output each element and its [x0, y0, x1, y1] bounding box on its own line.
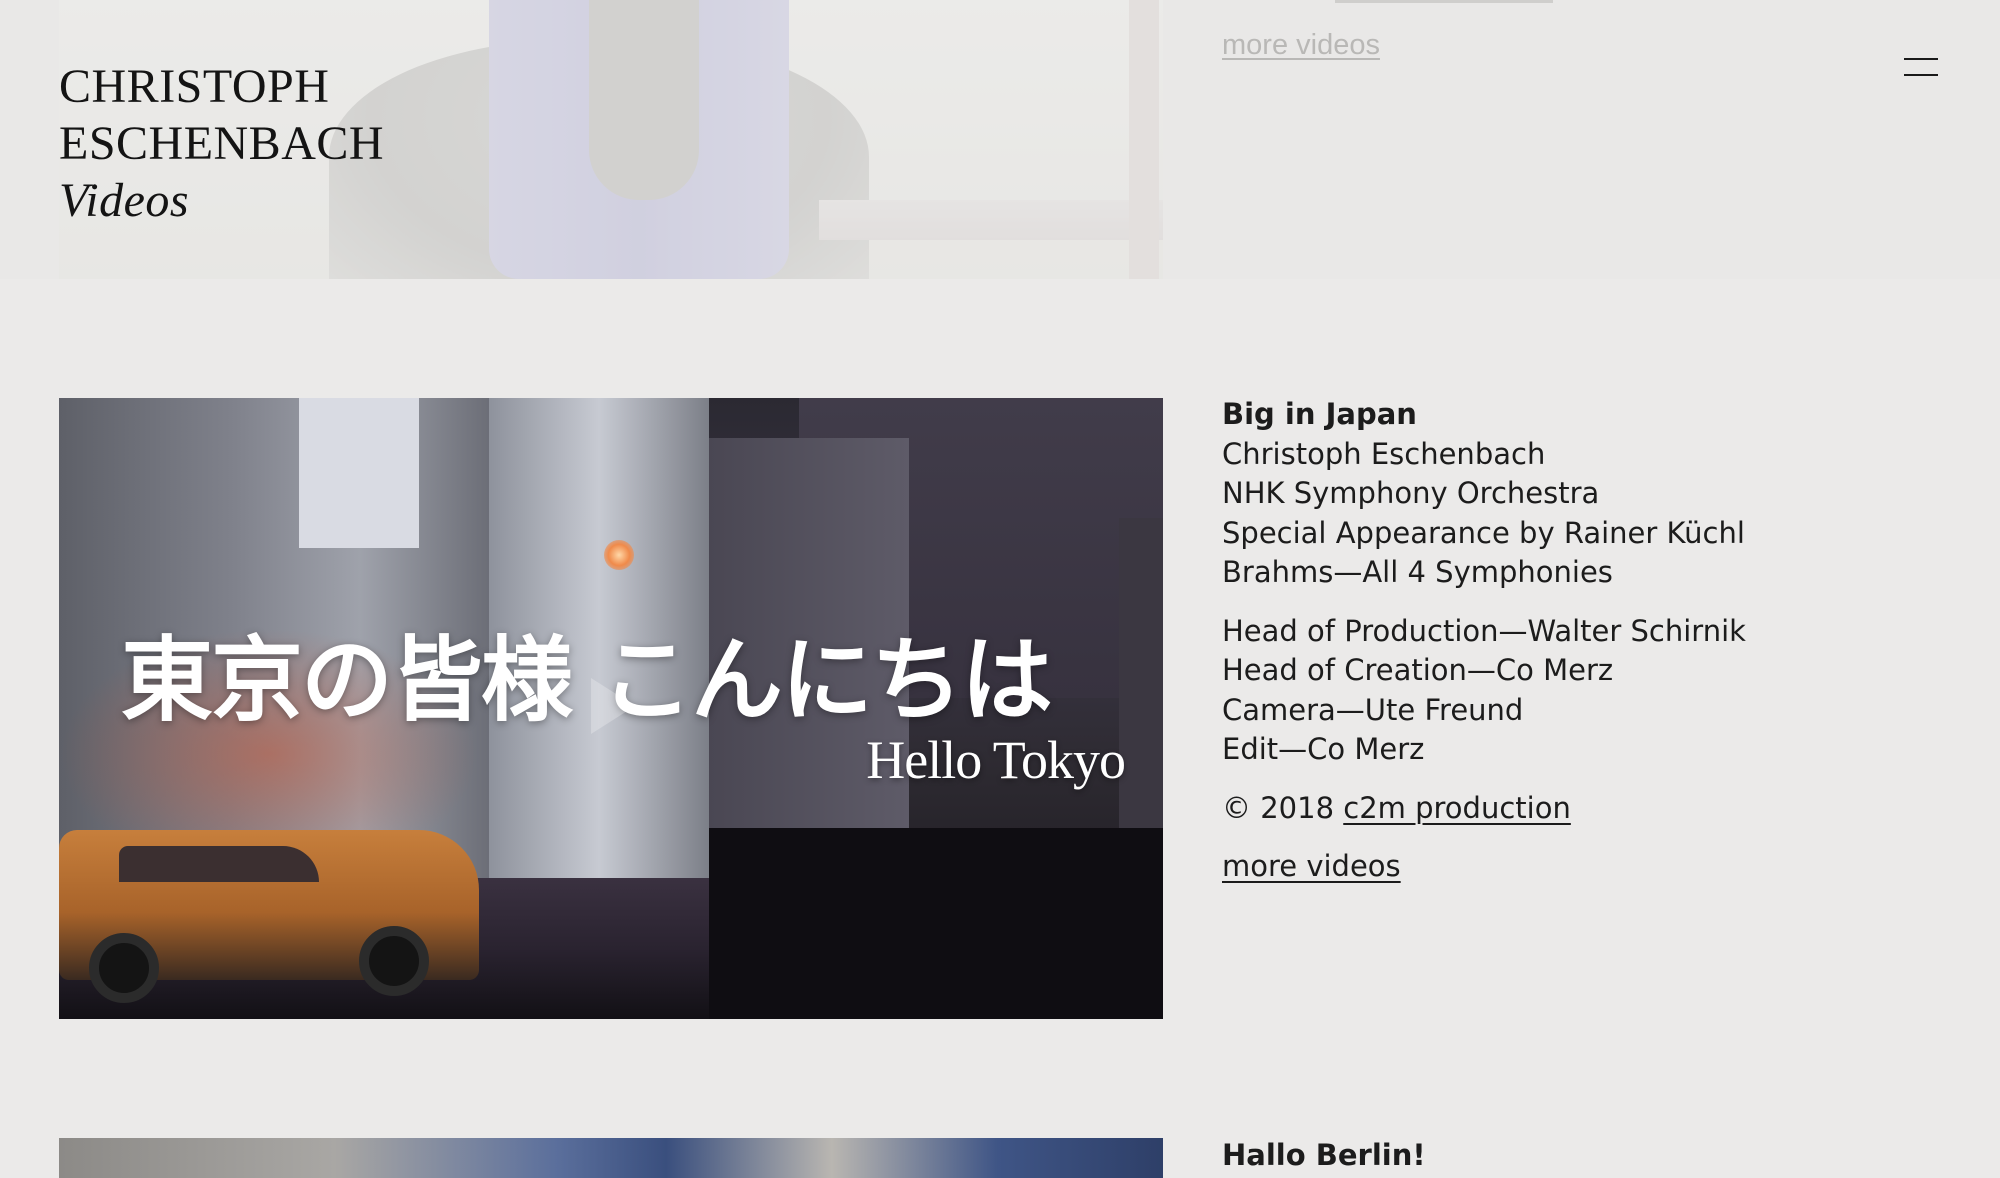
site-branding[interactable]: CHRISTOPH ESCHENBACH Videos [59, 58, 384, 229]
detail-line: Christoph Eschenbach [1222, 436, 1546, 471]
video-credits: Head of Production—Walter Schirnik Head … [1222, 612, 1962, 770]
copyright-text: © 2018 [1222, 790, 1335, 825]
detail-line: Special Appearance by Rainer Küchl [1222, 515, 1745, 550]
page-title: Videos [59, 174, 190, 227]
more-videos-link[interactable]: more videos [1222, 849, 1401, 883]
copyright: © 2018 c2m production [1222, 789, 1962, 829]
next-video-title: Hallo Berlin! [1222, 1138, 1426, 1172]
menu-icon-bar-top [1904, 58, 1938, 60]
video-scene-sign [299, 398, 419, 548]
video-info-panel: Big in Japan Christoph Eschenbach NHK Sy… [1222, 395, 1962, 887]
video-scene-building-far [1119, 518, 1163, 878]
video-scene-shadow [709, 828, 1163, 1019]
credit-line: Camera—Ute Freund [1222, 692, 1524, 727]
production-company-link[interactable]: c2m production [1343, 791, 1571, 825]
video-scene-taxi-wheel-rear [359, 926, 429, 996]
previous-link-underline-fragment [1335, 0, 1553, 3]
credit-line: Edit—Co Merz [1222, 732, 1425, 766]
play-icon[interactable] [591, 678, 635, 734]
video-scene-taxi-window [119, 846, 319, 882]
detail-line: NHK Symphony Orchestra [1222, 476, 1600, 510]
hamburger-menu-icon[interactable] [1904, 56, 1938, 80]
credit-line: Head of Production—Walter Schirnik [1222, 613, 1746, 648]
brand-name-line2: ESCHENBACH [59, 117, 385, 170]
video-player-big-in-japan[interactable]: 東京の皆様 こんにちは Hello Tokyo [59, 398, 1163, 1019]
video-overlay-english-title: Hello Tokyo [866, 730, 1126, 790]
menu-icon-bar-bottom [1904, 74, 1938, 76]
next-video-thumbnail[interactable] [59, 1138, 1163, 1178]
brand-name-line1: CHRISTOPH [59, 60, 330, 113]
traffic-light-glow [604, 540, 634, 570]
video-title: Big in Japan [1222, 397, 1417, 431]
detail-line: Brahms—All 4 Symphonies [1222, 555, 1613, 589]
video-scene-taxi-wheel-front [89, 933, 159, 1003]
more-videos: more videos [1222, 847, 1962, 887]
credit-line: Head of Creation—Co Merz [1222, 653, 1614, 687]
video-details: Big in Japan Christoph Eschenbach NHK Sy… [1222, 395, 1962, 593]
previous-more-videos-link[interactable]: more videos [1222, 29, 1380, 62]
